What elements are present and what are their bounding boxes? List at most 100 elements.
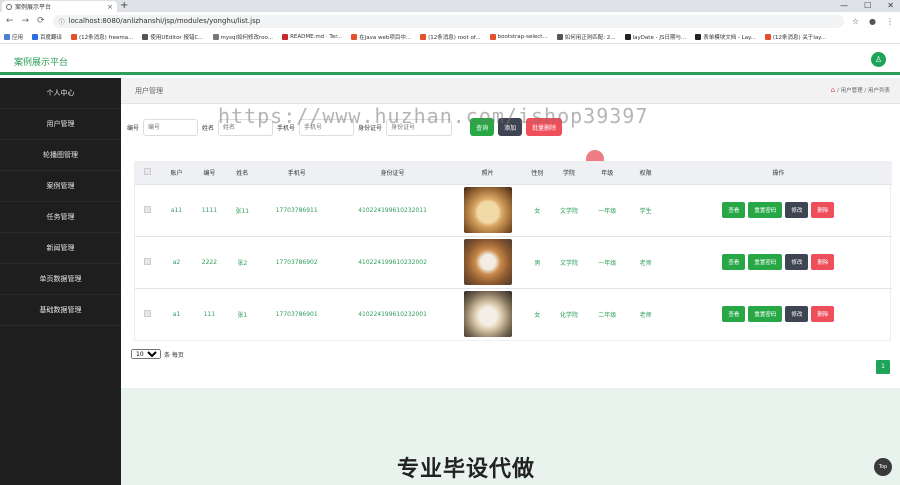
back-to-top-button[interactable]: Top (874, 458, 892, 476)
window-close-icon[interactable]: ✕ (887, 0, 894, 12)
reset-password-button[interactable]: 重置密码 (748, 254, 783, 270)
row-checkbox[interactable] (144, 257, 152, 265)
page-title: 用户管理 (135, 87, 163, 95)
view-button[interactable]: 查看 (722, 202, 746, 218)
edit-button[interactable]: 修改 (785, 254, 809, 270)
column-header: 身份证号 (334, 162, 451, 184)
cell-phone: 17703786911 (258, 183, 335, 236)
row-select-cell (135, 183, 161, 236)
bookmark-item[interactable]: 在java web项目中... (351, 33, 411, 41)
cell-grade: 二年级 (588, 287, 627, 340)
sidebar-item[interactable]: 基础数据管理 (0, 295, 121, 326)
bookmark-item[interactable]: 应用 (4, 33, 23, 41)
view-button[interactable]: 查看 (722, 306, 746, 323)
sidebar-item[interactable]: 轮播图管理 (0, 140, 121, 171)
bookmark-item[interactable]: (12条消息) freema... (71, 33, 133, 41)
info-icon: ⓘ (58, 18, 65, 26)
watermark-text: https://www.huzhan.com/ishop39397 (218, 104, 649, 128)
bookmark-label: (12条消息) freema... (79, 34, 134, 41)
delete-button[interactable]: 删除 (811, 306, 835, 323)
browser-tab[interactable]: 案例展示平台 × (2, 1, 117, 12)
bookmark-favicon-icon (282, 33, 289, 40)
sidebar-item[interactable]: 案例管理 (0, 171, 121, 202)
cell-name: 张11 (225, 183, 259, 236)
tab-title: 案例展示平台 (15, 4, 52, 11)
user-photo (463, 291, 512, 338)
edit-button[interactable]: 修改 (785, 202, 809, 218)
sidebar-item[interactable]: 任务管理 (0, 202, 121, 233)
cell-college: 文学院 (549, 183, 589, 236)
forward-icon[interactable]: → (22, 16, 30, 26)
home-icon[interactable]: ⌂ (831, 86, 835, 94)
page-size-select[interactable]: 10 (131, 349, 161, 359)
user-avatar-icon[interactable]: ♙ (871, 52, 886, 67)
maximize-icon[interactable]: ☐ (864, 0, 871, 12)
bookmark-item[interactable]: 如何用正则匹配: 2... (556, 33, 616, 41)
cell-number: 111 (192, 287, 226, 340)
cell-number: 2222 (192, 235, 226, 288)
globe-icon (6, 3, 12, 10)
bookmark-item[interactable]: layDate - JS日期与... (624, 33, 686, 41)
profile-icon[interactable]: ● (869, 17, 876, 26)
name-label: 姓名 (202, 124, 215, 132)
bookmark-favicon-icon (420, 33, 427, 40)
column-header: 照片 (450, 162, 525, 184)
bookmark-item[interactable]: mysql如何修改roo... (212, 33, 273, 41)
column-header: 性别 (524, 162, 550, 184)
bookmark-item[interactable]: 表单模块文档 - Lay... (695, 33, 756, 41)
select-all-checkbox[interactable] (144, 168, 152, 176)
column-header: 权限 (626, 162, 665, 184)
back-icon[interactable]: ← (6, 16, 14, 26)
bookmark-favicon-icon (351, 33, 358, 40)
menu-icon[interactable]: ⋮ (886, 17, 894, 26)
user-photo (463, 187, 512, 233)
delete-button[interactable]: 删除 (811, 254, 835, 270)
sidebar-item[interactable]: 新闻管理 (0, 233, 121, 264)
cell-grade: 一年级 (588, 183, 627, 236)
bookmark-label: bootstrap-select... (497, 33, 548, 40)
minimize-icon[interactable]: — (840, 0, 848, 12)
cell-role: 老师 (626, 287, 665, 340)
sidebar-item[interactable]: 用户管理 (0, 109, 121, 140)
breadcrumb-text[interactable]: / 用户管理 / 用户列表 (837, 86, 890, 94)
cell-grade: 一年级 (588, 235, 627, 288)
bookmark-item[interactable]: (12条消息) root of... (420, 33, 481, 41)
cell-college: 文学院 (549, 235, 589, 288)
sidebar-item[interactable]: 单页数据管理 (0, 264, 121, 295)
reset-password-button[interactable]: 重置密码 (748, 202, 783, 218)
bookmark-favicon-icon (764, 33, 771, 40)
bookmark-label: (12条消息) root of... (428, 34, 481, 41)
bookmark-label: 应用 (12, 34, 24, 41)
bookmark-item[interactable]: bootstrap-select... (489, 33, 548, 40)
reload-icon[interactable]: ⟳ (37, 16, 45, 26)
new-tab-button[interactable]: + (120, 0, 128, 12)
table-row: a2 2222 张2 17703786902 410224199610232002 男文学… (135, 235, 892, 288)
breadcrumb: 用户管理 ⌂ / 用户管理 / 用户列表 (121, 78, 900, 104)
page-size-control: 10 条 每页 (131, 349, 184, 359)
bookmark-item[interactable]: (12条消息) 关于lay... (764, 33, 826, 41)
row-checkbox[interactable] (144, 309, 152, 317)
bookmark-label: 表单模块文档 - Lay... (703, 34, 756, 41)
pagination-page-1[interactable]: 1 (876, 360, 890, 374)
star-icon[interactable]: ☆ (852, 17, 859, 26)
sidebar-item[interactable]: 个人中心 (0, 78, 121, 109)
main-area: 用户管理 ⌂ / 用户管理 / 用户列表 编号 姓名 手机号 身份证号 查询 添… (121, 78, 900, 485)
number-input[interactable] (143, 118, 199, 136)
view-button[interactable]: 查看 (722, 254, 746, 270)
reset-password-button[interactable]: 重置密码 (748, 306, 783, 323)
delete-button[interactable]: 删除 (811, 202, 835, 218)
bookmark-favicon-icon (71, 33, 78, 40)
select-all-cell (135, 162, 161, 184)
browser-tab-bar: 案例展示平台 × + — ☐ ✕ (0, 0, 900, 12)
bookmark-item[interactable]: 百度翻译 (32, 33, 62, 41)
url-input[interactable]: ⓘ localhost:8080/anlizhanshi/jsp/modules… (52, 14, 844, 28)
cell-actions: 查看 重置密码 修改 删除 (664, 287, 892, 340)
bookmark-favicon-icon (556, 33, 563, 40)
cell-photo (450, 183, 525, 236)
row-checkbox[interactable] (144, 205, 152, 213)
close-icon[interactable]: × (107, 3, 113, 11)
bookmark-item[interactable]: README.md · Ter... (282, 33, 342, 40)
promo-banner: 专业毕设代做 Top (121, 388, 900, 485)
edit-button[interactable]: 修改 (785, 306, 809, 323)
bookmark-item[interactable]: 使用UEditor 报错C... (142, 33, 204, 41)
